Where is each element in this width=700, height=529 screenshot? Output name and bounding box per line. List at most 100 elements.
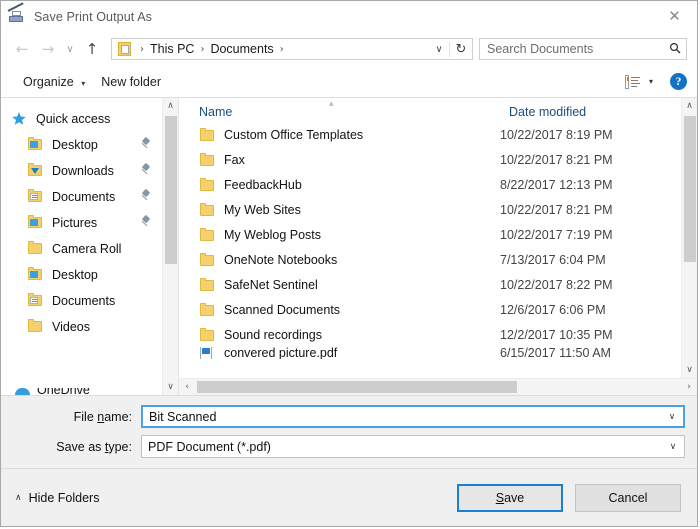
file-name-label: File name: [13, 410, 141, 424]
table-row[interactable]: FeedbackHub 8/22/2017 12:13 PM [179, 172, 697, 197]
hscrollbar-track[interactable] [195, 379, 681, 395]
sort-ascending-icon: ▴ [329, 99, 334, 109]
breadcrumb-separator: › [140, 43, 144, 55]
table-row[interactable]: My Web Sites 10/22/2017 8:21 PM [179, 197, 697, 222]
navigation-list: Quick access Desktop Downloads Documents Pic… [1, 106, 178, 340]
view-dropdown-icon[interactable]: ▾ [645, 77, 661, 86]
sidebar-item-camera-roll[interactable]: Camera Roll [1, 236, 178, 262]
scroll-down-icon[interactable]: ∨ [163, 379, 178, 395]
pin-icon[interactable] [140, 162, 152, 177]
scroll-down-icon[interactable]: ∨ [682, 362, 697, 378]
table-row[interactable]: My Weblog Posts 10/22/2017 7:19 PM [179, 222, 697, 247]
column-headers: ▴ Name Date modified [179, 98, 697, 122]
scroll-up-icon[interactable]: ∧ [163, 98, 178, 114]
save-print-output-dialog: Save Print Output As ✕ ← → ∨ ↑ › This PC… [0, 0, 698, 527]
sidebar-item-pictures[interactable]: Pictures [1, 210, 178, 236]
sidebar-item-desktop[interactable]: Desktop [1, 262, 178, 288]
search-input[interactable]: Search Documents [479, 38, 687, 60]
sidebar-item-label: Documents [52, 294, 116, 308]
file-name-row: File name: Bit Scanned ∨ [13, 405, 685, 428]
help-icon[interactable]: ? [670, 73, 687, 90]
table-row[interactable]: Fax 10/22/2017 8:21 PM [179, 147, 697, 172]
sidebar-item-onedrive[interactable]: OneDrive [15, 388, 165, 395]
table-row[interactable]: OneNote Notebooks 7/13/2017 6:04 PM [179, 247, 697, 272]
sidebar-item-documents[interactable]: Documents [1, 288, 178, 314]
breadcrumb-dropdown-icon[interactable]: ∨ [429, 44, 449, 55]
sidebar-item-label: OneDrive [37, 388, 90, 395]
save-as-type-row: Save as type: PDF Document (*.pdf) ∨ [13, 435, 685, 458]
table-row[interactable]: convered picture.pdf 6/15/2017 11:50 AM [179, 347, 697, 359]
scroll-left-icon[interactable]: ‹ [179, 382, 195, 392]
refresh-icon[interactable]: ↻ [449, 41, 472, 57]
breadcrumb-separator: › [279, 43, 284, 55]
folder-icon [199, 202, 215, 217]
cancel-button[interactable]: Cancel [575, 483, 681, 512]
scroll-up-icon[interactable]: ∧ [682, 98, 697, 114]
file-list-hscrollbar[interactable]: ‹ › [179, 378, 697, 395]
view-layout-icon[interactable] [623, 74, 643, 90]
hide-folders-button[interactable]: ∧ Hide Folders [15, 491, 99, 505]
file-name-cell: Fax [224, 152, 245, 167]
folder-icon [199, 127, 215, 142]
back-button[interactable]: ← [9, 36, 35, 62]
save-label: Save [496, 491, 525, 505]
pin-icon[interactable] [140, 214, 152, 229]
navigation-scrollbar[interactable]: ∧ ∨ [162, 98, 178, 395]
table-row[interactable]: Scanned Documents 12/6/2017 6:06 PM [179, 297, 697, 322]
table-row[interactable]: Custom Office Templates 10/22/2017 8:19 P… [179, 122, 697, 147]
recent-locations-button[interactable]: ∨ [61, 36, 79, 62]
breadcrumb[interactable]: › This PC › Documents › ∨ ↻ [111, 38, 473, 60]
sidebar-item-label: Videos [52, 320, 90, 334]
file-name-cell: Custom Office Templates [224, 127, 364, 142]
new-folder-button[interactable]: New folder [93, 72, 169, 92]
file-name-cell: My Weblog Posts [224, 227, 322, 242]
sidebar-item-downloads[interactable]: Downloads [1, 158, 178, 184]
scrollbar-thumb[interactable] [684, 116, 696, 262]
pin-icon[interactable] [140, 136, 152, 151]
chevron-down-icon[interactable]: ∨ [661, 412, 683, 422]
column-header-name[interactable]: Name [179, 105, 499, 119]
column-header-date-modified[interactable]: Date modified [499, 105, 586, 119]
hscrollbar-thumb[interactable] [197, 381, 517, 393]
dialog-footer: ∧ Hide Folders Save Cancel [1, 468, 697, 526]
date-modified-cell: 12/2/2017 10:35 PM [500, 327, 613, 342]
sidebar-item-label: Pictures [52, 216, 98, 230]
file-name-input[interactable]: Bit Scanned ∨ [141, 405, 685, 428]
sidebar-item-quick-access[interactable]: Quick access [1, 106, 178, 132]
close-button[interactable]: ✕ [652, 1, 697, 31]
chevron-down-icon: ∨ [66, 43, 74, 55]
chevron-down-icon: ▾ [81, 78, 86, 88]
table-row[interactable]: SafeNet Sentinel 10/22/2017 8:22 PM [179, 272, 697, 297]
new-folder-label: New folder [101, 74, 161, 89]
pdf-icon [199, 347, 215, 359]
pin-icon[interactable] [140, 188, 152, 203]
close-icon: ✕ [668, 6, 681, 25]
save-button[interactable]: Save [457, 483, 563, 512]
file-list-vscrollbar[interactable]: ∧ ∨ [681, 98, 697, 378]
date-modified-cell: 10/22/2017 7:19 PM [500, 227, 613, 242]
table-row[interactable]: Sound recordings 12/2/2017 10:35 PM [179, 322, 697, 347]
sidebar-item-label: Documents [52, 190, 116, 204]
breadcrumb-item-documents[interactable]: Documents [207, 42, 276, 56]
title-bar: Save Print Output As ✕ [1, 1, 697, 32]
file-list-pane: ▴ Name Date modified Custom Office Templ… [179, 98, 697, 395]
scrollbar-thumb[interactable] [165, 116, 177, 264]
sidebar-item-videos[interactable]: Videos [1, 314, 178, 340]
date-modified-cell: 10/22/2017 8:21 PM [500, 152, 613, 167]
folder-icon [27, 319, 45, 335]
scroll-right-icon[interactable]: › [681, 382, 697, 392]
date-modified-cell: 10/22/2017 8:22 PM [500, 277, 613, 292]
search-placeholder: Search Documents [487, 42, 594, 56]
forward-button[interactable]: → [35, 36, 61, 62]
breadcrumb-item-this-pc[interactable]: This PC [147, 42, 197, 56]
folder-icon [199, 277, 215, 292]
up-button[interactable]: ↑ [79, 36, 105, 62]
printer-fax-icon [7, 1, 27, 25]
organize-button[interactable]: Organize ▾ [15, 72, 93, 92]
sidebar-item-documents[interactable]: Documents [1, 184, 178, 210]
folder-icon [27, 241, 45, 257]
date-modified-cell: 6/15/2017 11:50 AM [500, 347, 611, 359]
chevron-down-icon[interactable]: ∨ [662, 442, 684, 452]
save-as-type-select[interactable]: PDF Document (*.pdf) ∨ [141, 435, 685, 458]
sidebar-item-desktop[interactable]: Desktop [1, 132, 178, 158]
